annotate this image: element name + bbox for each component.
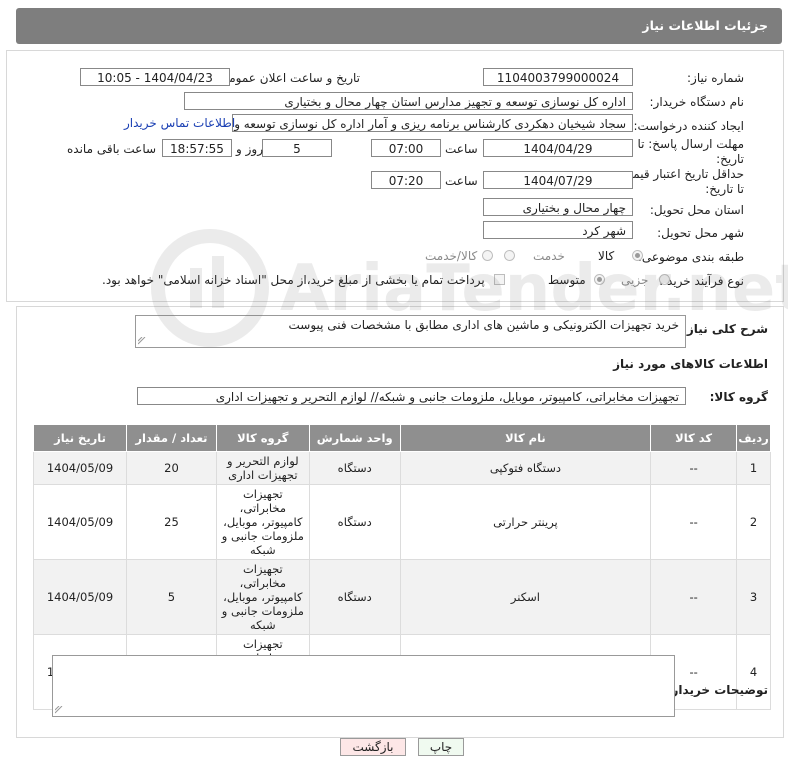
- cell-date: 1404/05/09: [32, 559, 128, 635]
- page-title: جزئیات اطلاعات نیاز: [642, 18, 768, 33]
- category-radio-service[interactable]: [504, 250, 515, 261]
- category-option-goods-service: کالا/خدمت: [425, 249, 478, 263]
- table-row: 3 -- اسکنر دستگاه تجهیزات مخابراتی، کامپ…: [32, 559, 771, 635]
- cell-qty: 20: [126, 451, 217, 485]
- cell-name: دستگاه فتوکپی: [399, 451, 652, 485]
- cell-unit: دستگاه: [308, 451, 401, 485]
- remaining-time-label: ساعت باقی مانده: [67, 142, 157, 156]
- cell-unit: دستگاه: [308, 484, 401, 560]
- category-radio-goods-service[interactable]: [482, 250, 493, 261]
- cell-code: --: [650, 484, 738, 560]
- process-option-medium: متوسط: [548, 273, 586, 287]
- col-header-date: تاریخ نیاز: [32, 424, 128, 452]
- treasury-payment-note: پرداخت تمام یا بخشی از مبلغ خرید،از محل …: [102, 273, 485, 287]
- buyer-org-label: نام دستگاه خریدار:: [649, 95, 745, 109]
- cell-index: 2: [736, 484, 771, 560]
- category-radio-goods[interactable]: [632, 250, 643, 261]
- reply-deadline-date-field: 1404/04/29: [483, 139, 633, 157]
- cell-qty: 5: [126, 559, 217, 635]
- col-header-qty: تعداد / مقدار: [126, 424, 217, 452]
- page-header: جزئیات اطلاعات نیاز: [16, 8, 782, 44]
- table-header-row: ردیف کد کالا نام کالا واحد شمارش گروه کا…: [32, 424, 771, 452]
- announce-datetime-field: 1404/04/23 - 10:05: [80, 68, 230, 86]
- cell-name: اسکنر: [399, 559, 652, 635]
- buyer-notes-textarea[interactable]: [52, 655, 675, 717]
- cell-index: 4: [736, 634, 771, 710]
- price-validity-date-field: 1404/07/29: [483, 171, 633, 189]
- col-header-code: کد کالا: [650, 424, 738, 452]
- reply-deadline-time-field: 07:00: [371, 139, 441, 157]
- reply-deadline-time-label: ساعت: [445, 142, 478, 156]
- goods-group-field: تجهیزات مخابراتی، کامپیوتر، موبایل، ملزو…: [137, 387, 686, 405]
- category-option-service: خدمت: [533, 249, 565, 263]
- process-option-minor: جزیی: [621, 273, 649, 287]
- description-label: شرح کلی نیاز:: [682, 322, 768, 336]
- cell-group: تجهیزات مخابراتی، کامپیوتر، موبایل، ملزو…: [215, 559, 310, 635]
- need-number-field: 1104003799000024: [483, 68, 633, 86]
- category-option-goods: کالا: [598, 249, 615, 263]
- back-button[interactable]: بازگشت: [340, 738, 406, 756]
- cell-qty: 25: [126, 484, 217, 560]
- price-validity-time-label: ساعت: [445, 174, 478, 188]
- price-validity-label-line1: حداقل تاریخ اعتبار قیمت:: [617, 167, 744, 181]
- table-row: 2 -- پرینتر حرارتی دستگاه تجهیزات مخابرا…: [32, 484, 771, 560]
- goods-section-title: اطلاعات کالاهای مورد نیاز: [613, 357, 768, 371]
- purchase-process-label: نوع فرآیند خرید :: [659, 274, 744, 288]
- requester-field: سجاد شیخیان دهکردی کارشناس برنامه ریزی و…: [232, 114, 633, 132]
- resize-grip-icon[interactable]: [55, 706, 63, 714]
- cell-date: 1404/05/09: [32, 451, 128, 485]
- col-header-unit: واحد شمارش: [308, 424, 401, 452]
- buyer-contact-link[interactable]: اطلاعات تماس خریدار: [124, 116, 235, 130]
- requester-label: ایجاد کننده درخواست:: [633, 119, 744, 133]
- buyer-notes-label: توضیحات خریدار:: [666, 683, 768, 697]
- need-number-label: شماره نیاز:: [687, 71, 744, 85]
- announce-datetime-label: تاریخ و ساعت اعلان عمومی:: [215, 71, 360, 85]
- cell-code: --: [650, 451, 738, 485]
- process-radio-medium[interactable]: [594, 274, 605, 285]
- buyer-org-field: اداره کل نوسازی توسعه و تجهیز مدارس استا…: [184, 92, 633, 110]
- cell-code: --: [650, 559, 738, 635]
- resize-grip-icon[interactable]: [138, 337, 146, 345]
- goods-group-label: گروه کالا:: [709, 390, 768, 404]
- remaining-days-field: 5: [262, 139, 332, 157]
- cell-index: 1: [736, 451, 771, 485]
- cell-group: لوازم التحریر و تجهیزات اداری: [215, 451, 310, 485]
- reply-deadline-label-line2: تاریخ:: [716, 152, 744, 166]
- print-button[interactable]: چاپ: [418, 738, 464, 756]
- process-radio-minor[interactable]: [659, 274, 670, 285]
- delivery-city-field: شهر کرد: [483, 221, 633, 239]
- cell-name: پرینتر حرارتی: [399, 484, 652, 560]
- col-header-group: گروه کالا: [215, 424, 310, 452]
- reply-deadline-label-line1: مهلت ارسال پاسخ: تا: [637, 137, 744, 151]
- cell-index: 3: [736, 559, 771, 635]
- price-validity-time-field: 07:20: [371, 171, 441, 189]
- description-textarea[interactable]: خرید تجهیزات الکترونیکی و ماشین های ادار…: [135, 315, 686, 348]
- cell-unit: دستگاه: [308, 559, 401, 635]
- delivery-province-field: چهار محال و بختیاری: [483, 198, 633, 216]
- description-text: خرید تجهیزات الکترونیکی و ماشین های ادار…: [288, 318, 679, 332]
- cell-date: 1404/05/09: [32, 484, 128, 560]
- col-header-index: ردیف: [736, 424, 771, 452]
- days-label: روز و: [236, 142, 263, 156]
- delivery-province-label: استان محل تحویل:: [649, 203, 744, 217]
- price-validity-label-line2: تا تاریخ:: [705, 182, 744, 196]
- remaining-time-field: 18:57:55: [162, 139, 232, 157]
- category-label: طبقه بندی موضوعی:: [637, 250, 744, 264]
- delivery-city-label: شهر محل تحویل:: [657, 226, 744, 240]
- cell-group: تجهیزات مخابراتی، کامپیوتر، موبایل، ملزو…: [215, 484, 310, 560]
- treasury-payment-checkbox[interactable]: [494, 274, 505, 285]
- col-header-name: نام کالا: [399, 424, 652, 452]
- table-row: 1 -- دستگاه فتوکپی دستگاه لوازم التحریر …: [32, 451, 771, 485]
